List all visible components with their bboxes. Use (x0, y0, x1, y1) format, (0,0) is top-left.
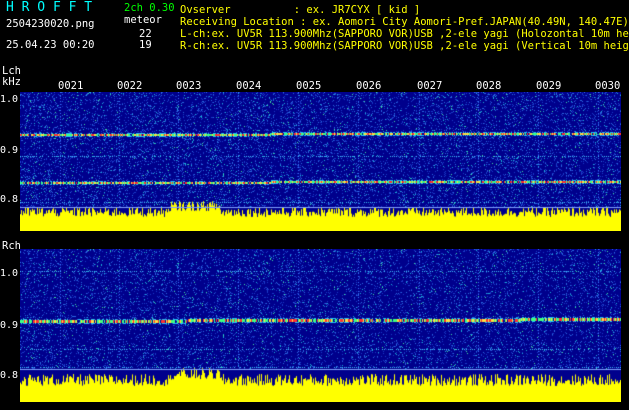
lch-unit: kHz (2, 76, 21, 88)
time-tick-0024: 0024 (236, 80, 262, 92)
observer-line: Ovserver : ex. JR7CYX [ kid ] (180, 4, 421, 16)
time-tick-0025: 0025 (296, 80, 322, 92)
rch-tick-1-0: 1.0 (0, 268, 19, 279)
time-tick-0027: 0027 (417, 80, 443, 92)
meteor-count-rch: 19 (139, 39, 152, 51)
channel-info: 2ch 0.30 (124, 2, 175, 14)
rch-description: R-ch:ex. UV5R 113.900Mhz(SAPPORO VOR)USB… (180, 40, 629, 52)
rch-spectrogram (20, 249, 621, 402)
time-tick-0022: 0022 (117, 80, 143, 92)
lch-tick-0-8: 0.8 (0, 194, 19, 205)
time-tick-0030: 0030 (595, 80, 621, 92)
location-line: Receiving Location : ex. Aomori City Aom… (180, 16, 629, 28)
filename: 2504230020.png (6, 18, 95, 30)
time-tick-0029: 0029 (536, 80, 562, 92)
lch-description: L-ch:ex. UV5R 113.900Mhz(SAPPORO VOR)USB… (180, 28, 629, 40)
time-tick-0028: 0028 (476, 80, 502, 92)
rch-label: Rch (2, 240, 21, 252)
meteor-label: meteor (124, 14, 162, 26)
app-title: H R O F F T (6, 0, 93, 15)
lch-tick-1-0: 1.0 (0, 94, 19, 105)
rch-tick-0-9: 0.9 (0, 320, 19, 331)
lch-tick-0-9: 0.9 (0, 145, 19, 156)
rch-tick-0-8: 0.8 (0, 370, 19, 381)
lch-spectrogram (20, 92, 621, 231)
time-tick-0021: 0021 (58, 80, 84, 92)
timestamp: 25.04.23 00:20 (6, 39, 95, 51)
time-tick-0026: 0026 (356, 80, 382, 92)
time-tick-0023: 0023 (176, 80, 202, 92)
